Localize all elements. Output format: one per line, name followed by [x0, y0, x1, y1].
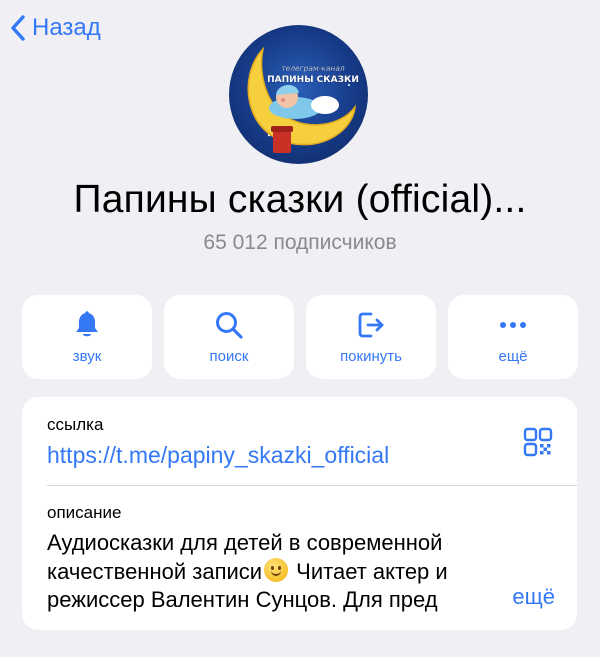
show-more-link[interactable]: ещё	[508, 584, 555, 610]
text-fade	[442, 586, 512, 614]
channel-link[interactable]: https://t.me/papiny_skazki_official	[47, 442, 389, 469]
search-label: поиск	[209, 347, 249, 365]
smile-emoji-icon	[264, 557, 289, 582]
description-line: Аудиосказки для детей в современной	[47, 530, 443, 555]
more-icon	[500, 321, 526, 328]
more-button[interactable]: ещё	[448, 295, 578, 379]
back-button[interactable]: Назад	[10, 14, 101, 42]
leave-label: покинуть	[340, 347, 402, 365]
logo-caption: телеграм-канал	[281, 64, 345, 73]
channel-avatar[interactable]: телеграм-канал ПАПИНЫ СКАЗКИ	[229, 25, 368, 164]
sound-label: звук	[72, 347, 102, 365]
action-bar: звук поиск покинуть ещё	[22, 295, 578, 379]
qr-code-icon	[523, 427, 553, 457]
channel-title: Папины сказки (official)...	[73, 178, 527, 221]
chevron-left-icon	[11, 15, 25, 41]
leave-button[interactable]: покинуть	[306, 295, 436, 379]
channel-description: Аудиосказки для детей в современной каче…	[47, 529, 557, 615]
bell-icon	[76, 310, 98, 336]
divider	[47, 485, 577, 486]
channel-logo: телеграм-канал ПАПИНЫ СКАЗКИ	[247, 46, 359, 153]
more-label: ещё	[498, 347, 528, 365]
leave-icon	[358, 312, 384, 337]
qr-code-button[interactable]	[523, 427, 553, 462]
subscriber-count: 65 012 подписчиков	[203, 231, 397, 254]
description-line: качественной записи Читает актер и	[47, 557, 448, 584]
search-button[interactable]: поиск	[164, 295, 294, 379]
link-caption: ссылка	[47, 415, 104, 434]
search-icon	[216, 311, 243, 339]
sound-button[interactable]: звук	[22, 295, 152, 379]
info-card: ссылка https://t.me/papiny_skazki_offici…	[22, 397, 577, 630]
description-caption: описание	[47, 503, 122, 522]
logo-title: ПАПИНЫ СКАЗКИ	[267, 75, 359, 85]
back-label: Назад	[32, 14, 101, 41]
